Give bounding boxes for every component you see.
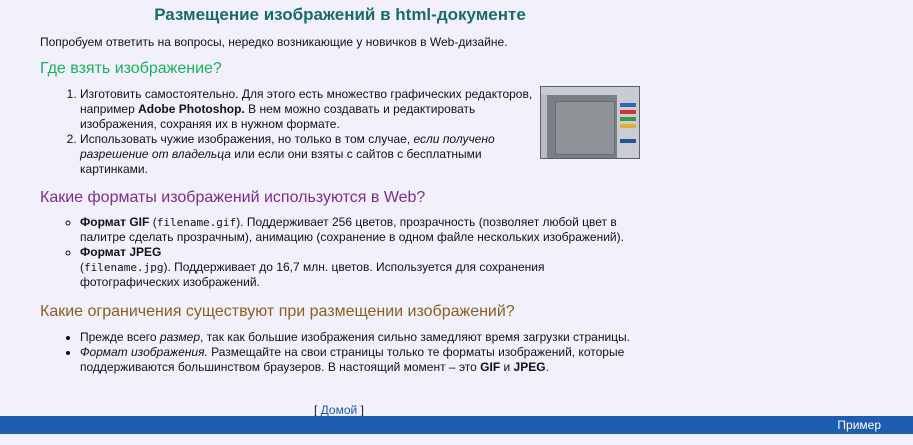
list-item: Формат GIF (filename.gif). Поддерживает … bbox=[80, 215, 640, 245]
format-label: Формат JPEG bbox=[80, 245, 162, 259]
item-bold: GIF bbox=[480, 360, 501, 374]
item-text: ( bbox=[149, 215, 157, 229]
list-item: Формат изображения. Размещайте на свои с… bbox=[80, 345, 640, 375]
example-label[interactable]: Пример bbox=[837, 418, 881, 432]
bracket-close: ] bbox=[357, 403, 364, 417]
screenshot-toolbar bbox=[541, 95, 547, 158]
home-nav: [ Домой ] bbox=[314, 403, 364, 417]
photoshop-screenshot-image bbox=[540, 86, 640, 159]
filename-code: filename.jpg bbox=[84, 261, 164, 274]
screenshot-menubar bbox=[541, 87, 639, 95]
item-text: Прежде всего bbox=[80, 330, 160, 344]
heading-limits: Какие ограничения существуют при размеще… bbox=[40, 303, 515, 320]
item-text: . bbox=[545, 360, 549, 374]
list-item: Прежде всего размер, так как большие изо… bbox=[80, 330, 640, 345]
screenshot-swatch bbox=[620, 117, 636, 121]
screenshot-canvas bbox=[555, 101, 615, 155]
item-text: и bbox=[500, 360, 514, 374]
screenshot-swatch bbox=[620, 103, 636, 107]
bracket-open: [ bbox=[314, 403, 321, 417]
list-item: Изготовить самостоятельно. Для этого ест… bbox=[80, 87, 550, 132]
intro-text: Попробуем ответить на вопросы, нередко в… bbox=[40, 35, 508, 49]
list-item: Формат JPEG(filename.jpg). Поддерживает … bbox=[80, 245, 640, 290]
item-text: , так как большие изображения сильно зам… bbox=[200, 330, 630, 344]
item-bold: Adobe Photoshop. bbox=[138, 102, 245, 116]
item-bold: JPEG bbox=[513, 360, 546, 374]
screenshot-panel bbox=[617, 95, 639, 158]
list-limits: Прежде всего размер, так как большие изо… bbox=[40, 330, 640, 375]
heading-formats: Какие форматы изображений используются в… bbox=[40, 189, 426, 206]
page-title: Размещение изображений в html-документе bbox=[154, 5, 526, 24]
heading-where-to-get: Где взять изображение? bbox=[40, 60, 222, 77]
list-item: Использовать чужие изображения, но тольк… bbox=[80, 132, 550, 177]
screenshot-swatch bbox=[620, 139, 636, 143]
item-italic: размер bbox=[159, 330, 201, 344]
list-where-to-get: Изготовить самостоятельно. Для этого ест… bbox=[40, 87, 550, 177]
filename-code: filename.gif bbox=[156, 216, 237, 229]
item-text: Использовать чужие изображения, но тольк… bbox=[80, 132, 414, 146]
screenshot-swatch bbox=[620, 124, 636, 128]
item-italic: Формат изображения. bbox=[80, 345, 208, 359]
home-link[interactable]: Домой bbox=[321, 403, 358, 417]
list-formats: Формат GIF (filename.gif). Поддерживает … bbox=[40, 215, 640, 290]
format-label: Формат GIF bbox=[80, 215, 150, 229]
screenshot-swatch bbox=[620, 110, 636, 114]
bottom-bar: Пример bbox=[0, 416, 913, 434]
